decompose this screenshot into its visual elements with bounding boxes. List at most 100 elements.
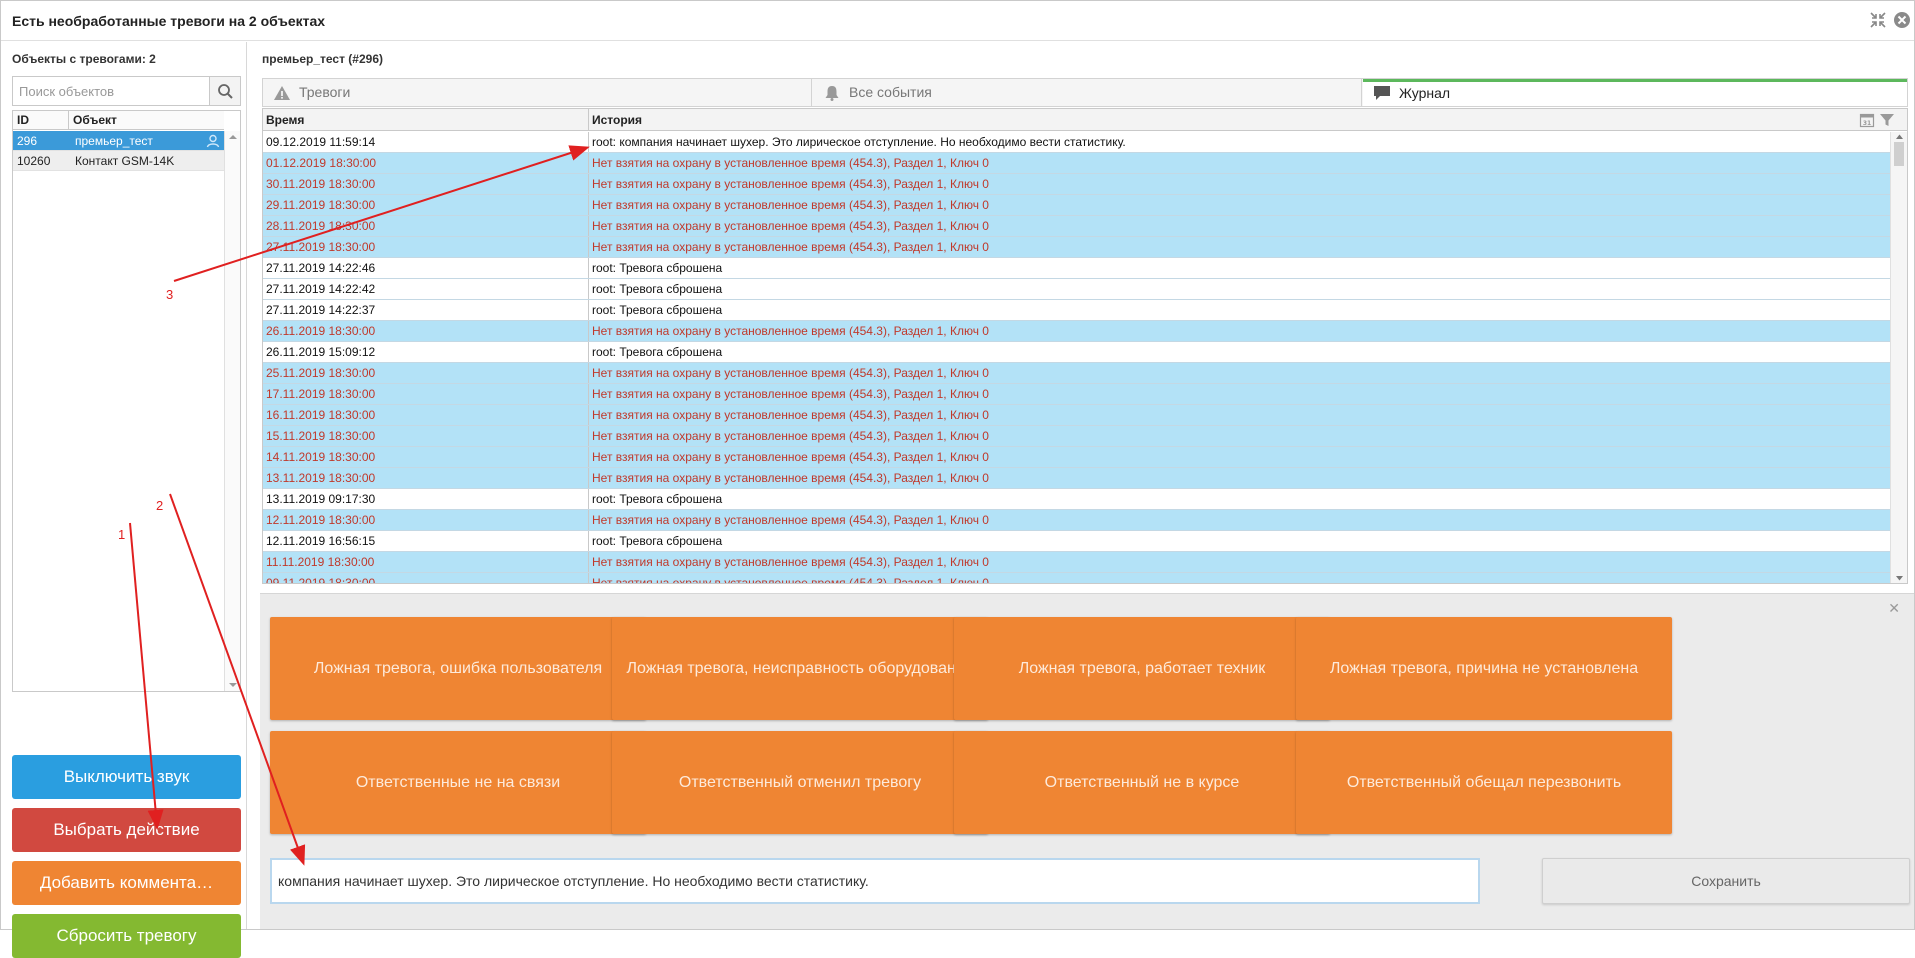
add-comment-button[interactable]: Добавить коммента… (12, 861, 241, 905)
comment-input[interactable] (272, 860, 1478, 902)
journal-row[interactable]: 13.11.2019 09:17:30 root: Тревога сброшен… (263, 489, 1890, 510)
column-header-object[interactable]: Объект (69, 111, 224, 130)
tab-label: Журнал (1399, 85, 1451, 101)
quick-action-button[interactable]: Ложная тревога, работает техник (954, 617, 1330, 720)
journal-row[interactable]: 29.11.2019 18:30:00 Нет взятия на охрану … (263, 195, 1890, 216)
journal-row[interactable]: 16.11.2019 18:30:00 Нет взятия на охрану … (263, 405, 1890, 426)
journal-text: root: Тревога сброшена (592, 345, 723, 359)
journal-time: 01.12.2019 18:30:00 (266, 156, 377, 170)
journal-text: Нет взятия на охрану в установленное вре… (592, 513, 989, 527)
search-icon (218, 84, 233, 99)
journal-row[interactable]: 27.11.2019 14:22:42 root: Тревога сброшен… (263, 279, 1890, 300)
journal-time: 27.11.2019 14:22:42 (266, 282, 376, 296)
journal-text: Нет взятия на охрану в установленное вре… (592, 156, 989, 170)
close-icon[interactable]: ✕ (1888, 600, 1900, 617)
user-icon (206, 134, 220, 148)
filter-icon[interactable] (1879, 112, 1895, 128)
object-id: 10260 (17, 154, 51, 168)
close-window-icon[interactable] (1893, 11, 1911, 29)
journal-row[interactable]: 26.11.2019 18:30:00 Нет взятия на охрану … (263, 321, 1890, 342)
journal-row[interactable]: 09.12.2019 11:59:14 root: компания начина… (263, 132, 1890, 153)
journal-row[interactable]: 15.11.2019 18:30:00 Нет взятия на охрану … (263, 426, 1890, 447)
quick-action-button[interactable]: Ответственный обещал перезвонить (1296, 731, 1672, 834)
collapse-icon[interactable] (1869, 11, 1887, 29)
scroll-down-icon[interactable] (1895, 575, 1904, 582)
column-header-history[interactable]: История (592, 109, 642, 131)
object-name: Контакт GSM-14K (75, 154, 175, 168)
quick-action-button[interactable]: Ответственные не на связи (270, 731, 646, 834)
journal-row[interactable]: 09.11.2019 18:30:00 Нет взятия на охрану … (263, 573, 1890, 583)
journal-text: Нет взятия на охрану в установленное вре… (592, 576, 989, 583)
choose-action-button[interactable]: Выбрать действие (12, 808, 241, 852)
journal-row[interactable]: 26.11.2019 15:09:12 root: Тревога сброшен… (263, 342, 1890, 363)
save-button[interactable]: Сохранить (1542, 858, 1910, 904)
journal-time: 14.11.2019 18:30:00 (266, 450, 376, 464)
journal-row[interactable]: 27.11.2019 18:30:00 Нет взятия на охрану … (263, 237, 1890, 258)
journal-text: root: компания начинает шухер. Это лирич… (592, 135, 1126, 149)
journal-time: 13.11.2019 18:30:00 (266, 471, 376, 485)
bell-icon (825, 86, 839, 101)
journal-row[interactable]: 25.11.2019 18:30:00 Нет взятия на охрану … (263, 363, 1890, 384)
calendar-icon[interactable]: 31 (1859, 112, 1875, 128)
journal-text: Нет взятия на охрану в установленное вре… (592, 177, 989, 191)
reset-alarm-button[interactable]: Сбросить тревогу (12, 914, 241, 958)
svg-text:31: 31 (1863, 120, 1871, 127)
journal-row[interactable]: 12.11.2019 16:56:15 root: Тревога сброшен… (263, 531, 1890, 552)
journal-text: root: Тревога сброшена (592, 261, 723, 275)
journal-time: 26.11.2019 15:09:12 (266, 345, 376, 359)
quick-action-button[interactable]: Ответственный отменил тревогу (612, 731, 988, 834)
object-row[interactable]: 10260 Контакт GSM-14K (13, 151, 224, 171)
journal-row[interactable]: 17.11.2019 18:30:00 Нет взятия на охрану … (263, 384, 1890, 405)
search-button[interactable] (209, 77, 240, 105)
journal-text: Нет взятия на охрану в установленное вре… (592, 198, 989, 212)
quick-action-button[interactable]: Ложная тревога, неисправность оборудован… (612, 617, 988, 720)
tab-alarms[interactable]: Тревоги (263, 79, 812, 106)
tab-all-events[interactable]: Все события (813, 79, 1362, 106)
journal-row[interactable]: 01.12.2019 18:30:00 Нет взятия на охрану … (263, 153, 1890, 174)
journal-time: 27.11.2019 18:30:00 (266, 240, 376, 254)
quick-action-button[interactable]: Ложная тревога, причина не установлена (1296, 617, 1672, 720)
scroll-up-icon[interactable] (228, 133, 238, 141)
object-name: премьер_тест (75, 134, 153, 148)
comment-box (270, 858, 1480, 904)
journal-text: root: Тревога сброшена (592, 534, 723, 548)
journal-time: 29.11.2019 18:30:00 (266, 198, 376, 212)
journal-row[interactable]: 11.11.2019 18:30:00 Нет взятия на охрану … (263, 552, 1890, 573)
journal-row[interactable]: 27.11.2019 14:22:46 root: Тревога сброшен… (263, 258, 1890, 279)
journal-time: 09.11.2019 18:30:00 (266, 576, 376, 583)
journal-header: Время История 31 (263, 109, 1907, 131)
title-bar: Есть необработанные тревоги на 2 объекта… (1, 1, 1914, 41)
journal-table: Время История 31 09.12.2019 11:59:14 root… (262, 108, 1908, 584)
journal-row[interactable]: 27.11.2019 14:22:37 root: Тревога сброшен… (263, 300, 1890, 321)
journal-text: root: Тревога сброшена (592, 282, 723, 296)
journal-row[interactable]: 30.11.2019 18:30:00 Нет взятия на охрану … (263, 174, 1890, 195)
column-header-id[interactable]: ID (13, 111, 69, 130)
journal-row[interactable]: 12.11.2019 18:30:00 Нет взятия на охрану … (263, 510, 1890, 531)
quick-actions-panel: ✕ Ложная тревога, ошибка пользователя Ло… (260, 593, 1914, 929)
journal-text: Нет взятия на охрану в установленное вре… (592, 387, 989, 401)
objects-scrollbar[interactable] (224, 131, 240, 691)
quick-action-button[interactable]: Ложная тревога, ошибка пользователя (270, 617, 646, 720)
scroll-up-icon[interactable] (1895, 133, 1904, 140)
search-input[interactable] (13, 77, 209, 105)
object-details-panel: премьер_тест (#296) Тревоги Все события … (248, 42, 1914, 929)
scroll-down-icon[interactable] (228, 681, 238, 689)
comment-icon (1374, 86, 1390, 100)
column-header-time[interactable]: Время (266, 109, 304, 131)
journal-time: 15.11.2019 18:30:00 (266, 429, 376, 443)
journal-time: 09.12.2019 11:59:14 (266, 135, 376, 149)
journal-time: 13.11.2019 09:17:30 (266, 492, 376, 506)
journal-time: 26.11.2019 18:30:00 (266, 324, 376, 338)
journal-row[interactable]: 14.11.2019 18:30:00 Нет взятия на охрану … (263, 447, 1890, 468)
object-title: премьер_тест (#296) (262, 52, 383, 66)
journal-time: 27.11.2019 14:22:37 (266, 303, 376, 317)
object-row[interactable]: 296 премьер_тест (13, 131, 224, 151)
journal-row[interactable]: 13.11.2019 18:30:00 Нет взятия на охрану … (263, 468, 1890, 489)
scroll-thumb[interactable] (1894, 142, 1904, 166)
journal-row[interactable]: 28.11.2019 18:30:00 Нет взятия на охрану … (263, 216, 1890, 237)
journal-scrollbar[interactable] (1890, 132, 1907, 583)
quick-action-button[interactable]: Ответственный не в курсе (954, 731, 1330, 834)
tab-journal[interactable]: Журнал (1363, 79, 1907, 106)
warning-icon (274, 86, 290, 100)
mute-sound-button[interactable]: Выключить звук (12, 755, 241, 799)
